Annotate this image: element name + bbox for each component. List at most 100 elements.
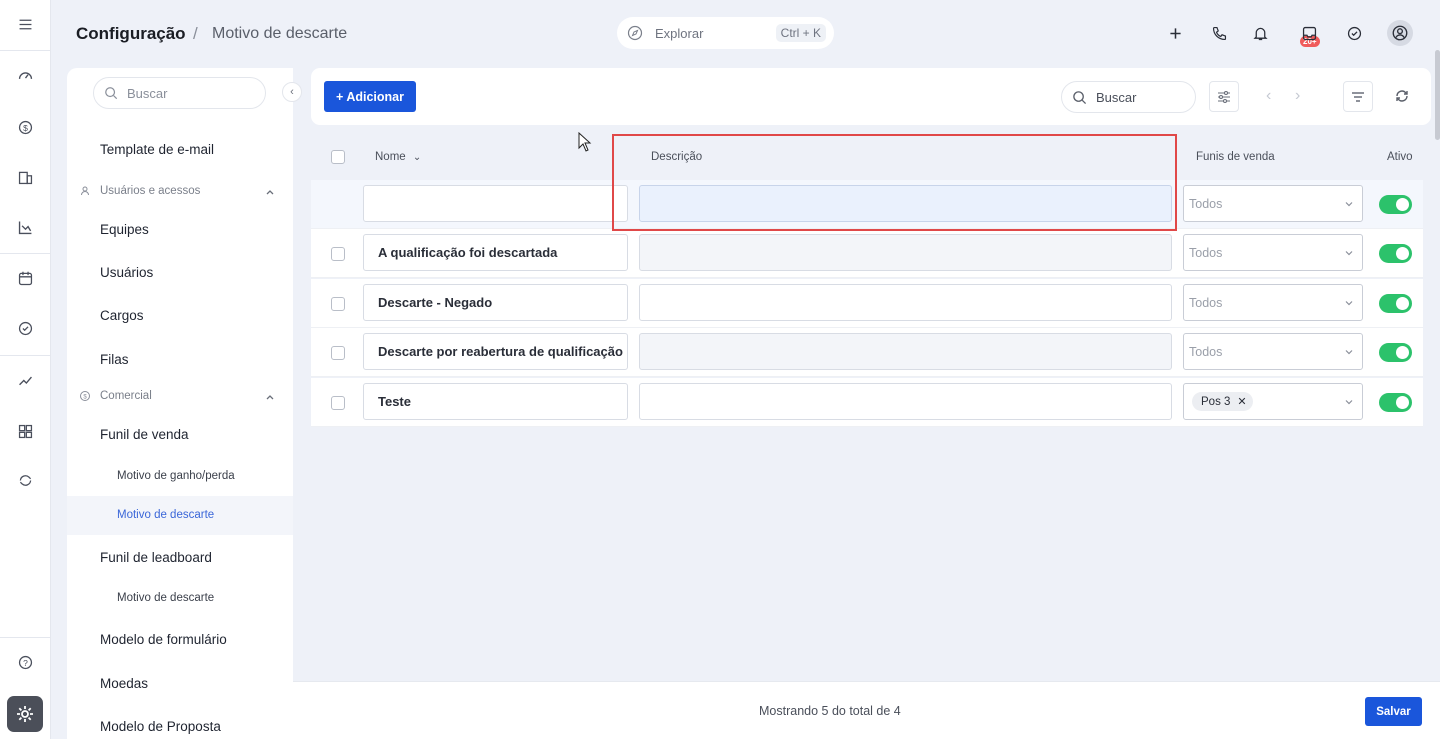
- explore-label: Explorar: [655, 25, 704, 41]
- sidebar-group-comercial[interactable]: $ Comercial: [79, 390, 152, 402]
- add-button[interactable]: + Adicionar: [324, 81, 416, 112]
- chart-icon[interactable]: [11, 213, 39, 241]
- sidebar-item-modelo-proposta[interactable]: Modelo de Proposta: [100, 719, 221, 734]
- funnel-select[interactable]: Todos: [1183, 185, 1363, 222]
- sidebar-search-input[interactable]: Buscar: [93, 77, 266, 109]
- help-icon[interactable]: ?: [11, 648, 39, 676]
- column-header-name-label: Nome: [375, 151, 406, 163]
- row-checkbox[interactable]: [331, 346, 345, 360]
- name-input[interactable]: Teste: [363, 383, 628, 420]
- sidebar-group-comercial-label: Comercial: [100, 390, 152, 402]
- sidebar-item-usuarios[interactable]: Usuários: [100, 265, 153, 280]
- sidebar-item-template-email[interactable]: Template de e-mail: [100, 142, 214, 157]
- table-footer: Mostrando 5 do total de 4 Salvar: [293, 681, 1440, 739]
- active-toggle[interactable]: [1379, 244, 1412, 263]
- check-circle-icon[interactable]: [11, 314, 39, 342]
- table-search-input[interactable]: Buscar: [1061, 81, 1196, 113]
- column-settings-button[interactable]: [1209, 81, 1239, 112]
- building-icon[interactable]: [11, 163, 39, 191]
- widgets-icon[interactable]: [11, 417, 39, 445]
- chevron-up-icon[interactable]: [264, 391, 276, 403]
- trend-icon[interactable]: [11, 366, 39, 394]
- row-checkbox[interactable]: [331, 297, 345, 311]
- active-toggle[interactable]: [1379, 294, 1412, 313]
- left-rail: $ ?: [0, 0, 51, 739]
- sidebar-item-motivo-ganho[interactable]: Motivo de ganho/perda: [117, 470, 235, 482]
- chevron-up-icon[interactable]: [264, 186, 276, 198]
- row-checkbox[interactable]: [331, 396, 345, 410]
- sliders-icon: [1216, 89, 1232, 105]
- sidebar-item-modelo-formulario[interactable]: Modelo de formulário: [100, 632, 227, 647]
- name-input[interactable]: [363, 185, 628, 222]
- filter-button[interactable]: [1343, 81, 1373, 112]
- save-button[interactable]: Salvar: [1365, 697, 1422, 726]
- active-toggle[interactable]: [1379, 195, 1412, 214]
- filter-icon: [1350, 89, 1366, 105]
- sidebar-item-funil-venda[interactable]: Funil de venda: [100, 427, 189, 442]
- description-input[interactable]: [639, 383, 1172, 420]
- funnel-select-value: Todos: [1189, 245, 1223, 260]
- funnel-chip: Pos 3 ✕: [1192, 392, 1253, 411]
- funnel-select[interactable]: Todos: [1183, 234, 1363, 271]
- sync-icon[interactable]: [11, 466, 39, 494]
- select-all-checkbox[interactable]: [331, 150, 345, 164]
- sidebar-item-motivo-descarte[interactable]: Motivo de descarte: [117, 509, 214, 521]
- column-header-name[interactable]: Nome ⌄: [375, 151, 421, 163]
- dollar-icon: $: [79, 390, 91, 402]
- funnel-select[interactable]: Todos: [1183, 333, 1363, 370]
- dashboard-icon[interactable]: [11, 61, 39, 89]
- avatar[interactable]: [1387, 20, 1413, 46]
- name-input[interactable]: Descarte por reabertura de qualificação: [363, 333, 628, 370]
- next-page-icon[interactable]: ›: [1295, 87, 1300, 105]
- plus-icon[interactable]: [1162, 20, 1188, 46]
- refresh-icon[interactable]: [1393, 87, 1411, 105]
- chevron-down-icon: ⌄: [412, 152, 422, 163]
- collapse-sidebar-button[interactable]: ‹: [282, 82, 302, 102]
- inbox-icon[interactable]: [1296, 20, 1322, 46]
- phone-icon[interactable]: [1206, 20, 1232, 46]
- chevron-down-icon: [1344, 248, 1354, 258]
- dollar-icon[interactable]: $: [11, 113, 39, 141]
- name-input[interactable]: Descarte - Negado: [363, 284, 628, 321]
- chevron-down-icon: [1344, 199, 1354, 209]
- row-checkbox[interactable]: [331, 247, 345, 261]
- description-input[interactable]: [639, 333, 1172, 370]
- sidebar-group-users[interactable]: Usuários e acessos: [79, 185, 200, 197]
- breadcrumb-main[interactable]: Configuração: [76, 24, 186, 44]
- highlight-box: [612, 134, 1177, 231]
- sidebar-item-funil-leadboard[interactable]: Funil de leadboard: [100, 550, 212, 565]
- svg-text:?: ?: [23, 657, 28, 667]
- prev-page-icon[interactable]: ‹: [1266, 87, 1271, 105]
- sidebar-item-motivo-descarte-leadboard[interactable]: Motivo de descarte: [117, 592, 214, 604]
- close-icon[interactable]: ✕: [1237, 395, 1246, 408]
- funnel-select[interactable]: Pos 3 ✕: [1183, 383, 1363, 420]
- column-header-funnels: Funis de venda: [1196, 151, 1275, 163]
- sidebar-item-moedas[interactable]: Moedas: [100, 676, 148, 691]
- active-toggle[interactable]: [1379, 343, 1412, 362]
- sidebar-item-filas[interactable]: Filas: [100, 352, 129, 367]
- page-title: Motivo de descarte: [212, 25, 348, 42]
- svg-text:$: $: [23, 122, 28, 132]
- active-toggle[interactable]: [1379, 393, 1412, 412]
- chevron-down-icon: [1344, 347, 1354, 357]
- explore-search[interactable]: Explorar Ctrl + K: [617, 17, 834, 49]
- description-input[interactable]: [639, 284, 1172, 321]
- chevron-down-icon: [1344, 298, 1354, 308]
- sidebar-item-equipes[interactable]: Equipes: [100, 222, 149, 237]
- funnel-select[interactable]: Todos: [1183, 284, 1363, 321]
- funnel-select-value: Todos: [1189, 344, 1223, 359]
- settings-gear-icon[interactable]: [7, 696, 43, 732]
- bell-icon[interactable]: [1247, 20, 1273, 46]
- funnel-select-value: Todos: [1189, 196, 1223, 211]
- rail-divider: [0, 253, 51, 254]
- table-toolbar: + Adicionar Buscar ‹ ›: [311, 68, 1431, 125]
- scrollbar[interactable]: [1435, 50, 1440, 140]
- calendar-icon[interactable]: [11, 264, 39, 292]
- name-input[interactable]: A qualificação foi descartada: [363, 234, 628, 271]
- menu-icon[interactable]: [11, 10, 39, 38]
- column-header-active: Ativo: [1387, 151, 1413, 163]
- description-input[interactable]: [639, 234, 1172, 271]
- sidebar-item-cargos[interactable]: Cargos: [100, 308, 144, 323]
- user-icon: [79, 185, 91, 197]
- task-check-icon[interactable]: [1341, 20, 1367, 46]
